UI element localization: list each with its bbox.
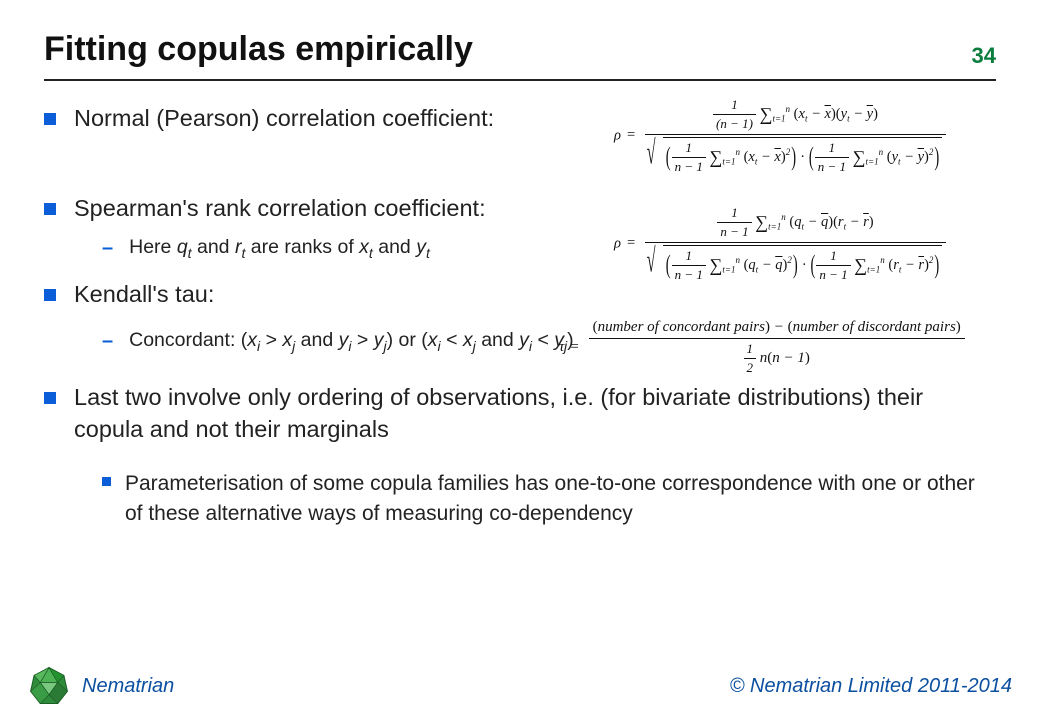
var-qt: qt	[177, 236, 192, 258]
bullet-marker-icon	[44, 289, 56, 301]
var-xt: xt	[359, 236, 373, 258]
text-fragment: <	[441, 329, 463, 351]
text-fragment: >	[352, 329, 374, 351]
logo-icon	[28, 665, 70, 707]
bullet-2-text: Spearman's rank correlation coefficient:	[74, 193, 486, 225]
dash-icon: –	[102, 329, 113, 353]
page-number: 34	[972, 43, 996, 69]
dash-icon: –	[102, 236, 113, 260]
slide: Fitting copulas empirically 34 Normal (P…	[0, 0, 1040, 720]
bullet-marker-icon	[44, 392, 56, 404]
text-fragment: >	[260, 329, 282, 351]
formula-spearman: ρ= 1n − 1 ∑t=1n (qt − q)(rt − r) (1n − 1…	[614, 205, 1014, 283]
bullet-marker-icon	[44, 113, 56, 125]
text-fragment: and	[295, 329, 338, 351]
slide-footer: Nematrian © Nematrian Limited 2011-2014	[0, 664, 1040, 720]
text-fragment: and	[373, 236, 416, 258]
brand: Nematrian	[28, 665, 174, 707]
text-fragment: ) or (	[387, 329, 428, 351]
bullet-marker-icon	[102, 477, 111, 486]
bullet-1: Normal (Pearson) correlation coefficient…	[44, 103, 604, 135]
slide-header: Fitting copulas empirically 34	[44, 30, 996, 81]
bullet-list: Last two involve only ordering of observ…	[44, 382, 996, 445]
bullet-1-text: Normal (Pearson) correlation coefficient…	[74, 103, 494, 135]
sub2-bullet-1: Parameterisation of some copula families…	[102, 469, 996, 528]
text-fragment: and	[476, 329, 519, 351]
bullet-3-text: Kendall's tau:	[74, 279, 214, 311]
sub-bullet-1-text: Here qt and rt are ranks of xt and yt	[129, 236, 430, 261]
slide-title: Fitting copulas empirically	[44, 30, 473, 69]
formula-pearson: ρ= 1(n − 1) ∑t=1n (xt − x)(yt − y) (1n −…	[614, 97, 1014, 175]
bullet-2: Spearman's rank correlation coefficient:	[44, 193, 604, 225]
sub-bullet-2-text: Concordant: (xi > xj and yi > yj) or (xi…	[129, 329, 574, 354]
var-yt: yt	[416, 236, 430, 258]
bullet-3: Kendall's tau:	[44, 279, 604, 311]
text-fragment: Here	[129, 236, 177, 258]
bullet-4-text: Last two involve only ordering of observ…	[74, 382, 984, 445]
bullet-4: Last two involve only ordering of observ…	[44, 382, 984, 445]
slide-body: Normal (Pearson) correlation coefficient…	[44, 103, 996, 528]
concordant-label: number of concordant pairs	[598, 319, 765, 335]
formula-kendall: τ= (number of concordant pairs) − (numbe…	[559, 319, 1019, 376]
text-fragment: and	[192, 236, 235, 258]
var-rt: rt	[235, 236, 245, 258]
bullet-marker-icon	[44, 203, 56, 215]
brand-name: Nematrian	[82, 675, 174, 698]
discordant-label: number of discordant pairs	[793, 319, 956, 335]
copyright: © Nematrian Limited 2011-2014	[730, 675, 1012, 698]
bullet-list: Kendall's tau:	[44, 279, 996, 311]
text-fragment: Concordant: (	[129, 329, 247, 351]
text-fragment: are ranks of	[245, 236, 359, 258]
sub2-bullet-1-text: Parameterisation of some copula families…	[125, 469, 995, 528]
text-fragment: <	[532, 329, 554, 351]
sub-bullet-list-2: Parameterisation of some copula families…	[102, 469, 996, 528]
